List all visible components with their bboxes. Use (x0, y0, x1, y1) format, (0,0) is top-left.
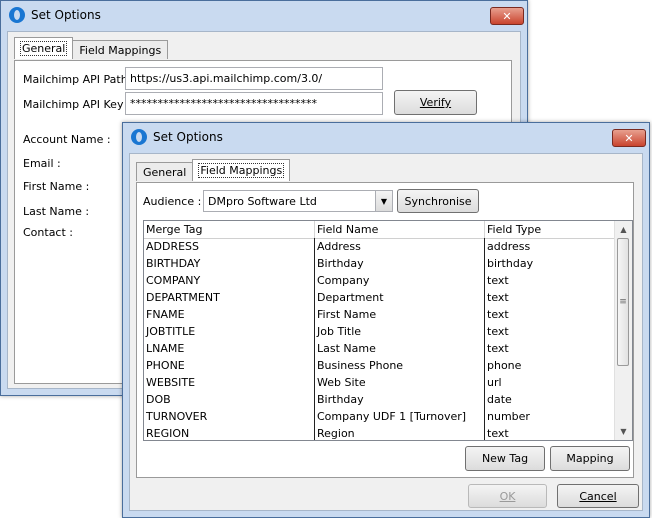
table-row[interactable]: PHONE Business Phone phone (144, 357, 615, 374)
api-key-label: Mailchimp API Key : (23, 98, 131, 111)
app-logo-icon (9, 7, 25, 23)
field-type-cell: text (487, 325, 509, 338)
merge-tag-cell: DEPARTMENT (144, 289, 315, 306)
field-name-cell: Company (315, 272, 485, 289)
field-name-cell: Birthday (315, 391, 485, 408)
merge-tag-cell: ADDRESS (144, 238, 315, 255)
audience-select[interactable]: DMpro Software Ltd ▼ (203, 190, 393, 212)
close-icon: ✕ (624, 131, 634, 145)
table-row[interactable]: COMPANY Company text (144, 272, 615, 289)
front-dialog-client: General Field Mappings Audience : DMpro … (129, 153, 643, 511)
grid-vertical-scrollbar[interactable]: ▲ ≡ ▼ (614, 221, 632, 440)
table-row[interactable]: DEPARTMENT Department text (144, 289, 615, 306)
field-type-cell: text (487, 308, 509, 321)
field-name-cell: Birthday (315, 255, 485, 272)
grid-rows: ADDRESS Address address BIRTHDAY Birthday bir… (144, 238, 615, 440)
tab-field-mappings[interactable]: Field Mappings (72, 40, 169, 59)
chevron-down-icon[interactable]: ▼ (375, 191, 392, 211)
field-name-cell: First Name (315, 306, 485, 323)
field-type-cell: phone (487, 359, 522, 372)
synchronise-button[interactable]: Synchronise (397, 189, 479, 213)
tab-general[interactable]: General (14, 37, 74, 59)
field-type-cell: number (487, 410, 530, 423)
field-type-cell: url (487, 376, 502, 389)
field-type-cell: birthday (487, 257, 534, 270)
merge-tag-cell: COMPANY (144, 272, 315, 289)
cancel-button[interactable]: Cancel (557, 484, 639, 508)
table-row[interactable]: REGION Region text (144, 425, 615, 440)
field-type-cell: text (487, 291, 509, 304)
back-dialog-titlebar[interactable]: Set Options ✕ (1, 1, 527, 29)
table-row[interactable]: DOB Birthday date (144, 391, 615, 408)
table-row[interactable]: FNAME First Name text (144, 306, 615, 323)
email-label: Email : (23, 157, 61, 170)
audience-select-value: DMpro Software Ltd (208, 194, 317, 208)
field-name-cell: Department (315, 289, 485, 306)
merge-tag-cell: DOB (144, 391, 315, 408)
new-tag-button[interactable]: New Tag (465, 446, 545, 471)
merge-tag-cell: WEBSITE (144, 374, 315, 391)
merge-tag-cell: BIRTHDAY (144, 255, 315, 272)
column-header-field-name[interactable]: Field Name (315, 221, 485, 238)
column-header-merge-tag[interactable]: Merge Tag (144, 221, 315, 238)
merge-tag-cell: TURNOVER (144, 408, 315, 425)
ok-button[interactable]: OK (468, 484, 547, 508)
field-name-cell: Region (315, 425, 485, 440)
field-type-cell: text (487, 427, 509, 440)
table-row[interactable]: BIRTHDAY Birthday birthday (144, 255, 615, 272)
field-type-cell: date (487, 393, 512, 406)
scroll-thumb[interactable]: ≡ (617, 238, 629, 366)
front-dialog-title: Set Options (153, 130, 223, 144)
field-name-cell: Address (315, 238, 485, 255)
close-icon: ✕ (502, 9, 512, 23)
contact-label: Contact : (23, 226, 73, 239)
scroll-down-arrow-icon[interactable]: ▼ (615, 423, 632, 440)
grid-header: Merge Tag Field Name Field Type (144, 221, 615, 239)
account-name-label: Account Name : (23, 133, 111, 146)
field-type-cell: address (487, 240, 531, 253)
scroll-up-arrow-icon[interactable]: ▲ (615, 221, 632, 238)
merge-tag-cell: LNAME (144, 340, 315, 357)
field-name-cell: Job Title (315, 323, 485, 340)
api-path-input[interactable]: https://us3.api.mailchimp.com/3.0/ (125, 67, 383, 90)
table-row[interactable]: WEBSITE Web Site url (144, 374, 615, 391)
front-dialog-window: Set Options ✕ General Field Mappings Aud… (122, 122, 650, 518)
back-dialog-close-button[interactable]: ✕ (490, 7, 524, 25)
field-name-cell: Last Name (315, 340, 485, 357)
front-tabstrip: General Field Mappings (136, 159, 291, 181)
api-path-label: Mailchimp API Path : (23, 73, 135, 86)
field-type-cell: text (487, 274, 509, 287)
field-type-cell: text (487, 342, 509, 355)
merge-tag-cell: REGION (144, 425, 315, 440)
field-mappings-tab-panel: Audience : DMpro Software Ltd ▼ Synchron… (136, 182, 634, 478)
merge-tag-cell: PHONE (144, 357, 315, 374)
front-dialog-close-button[interactable]: ✕ (612, 129, 646, 147)
last-name-label: Last Name : (23, 205, 90, 218)
back-dialog-title: Set Options (31, 8, 101, 22)
field-name-cell: Company UDF 1 [Turnover] (315, 408, 485, 425)
merge-tag-cell: FNAME (144, 306, 315, 323)
table-row[interactable]: JOBTITLE Job Title text (144, 323, 615, 340)
audience-label: Audience : (143, 195, 202, 208)
merge-tag-cell: JOBTITLE (144, 323, 315, 340)
tab-general[interactable]: General (136, 162, 194, 181)
api-key-input[interactable]: ********************************** (125, 92, 383, 115)
back-tabstrip: General Field Mappings (14, 37, 169, 59)
table-row[interactable]: ADDRESS Address address (144, 238, 615, 255)
first-name-label: First Name : (23, 180, 90, 193)
tab-field-mappings[interactable]: Field Mappings (192, 159, 291, 181)
verify-button[interactable]: Verify (394, 90, 477, 115)
app-logo-icon (131, 129, 147, 145)
field-mappings-grid: Merge Tag Field Name Field Type ADDRESS A… (143, 220, 633, 441)
front-dialog-titlebar[interactable]: Set Options ✕ (123, 123, 649, 151)
table-row[interactable]: LNAME Last Name text (144, 340, 615, 357)
field-name-cell: Business Phone (315, 357, 485, 374)
field-name-cell: Web Site (315, 374, 485, 391)
mapping-button[interactable]: Mapping (550, 446, 630, 471)
column-header-field-type[interactable]: Field Type (485, 221, 612, 238)
table-row[interactable]: TURNOVER Company UDF 1 [Turnover] number (144, 408, 615, 425)
